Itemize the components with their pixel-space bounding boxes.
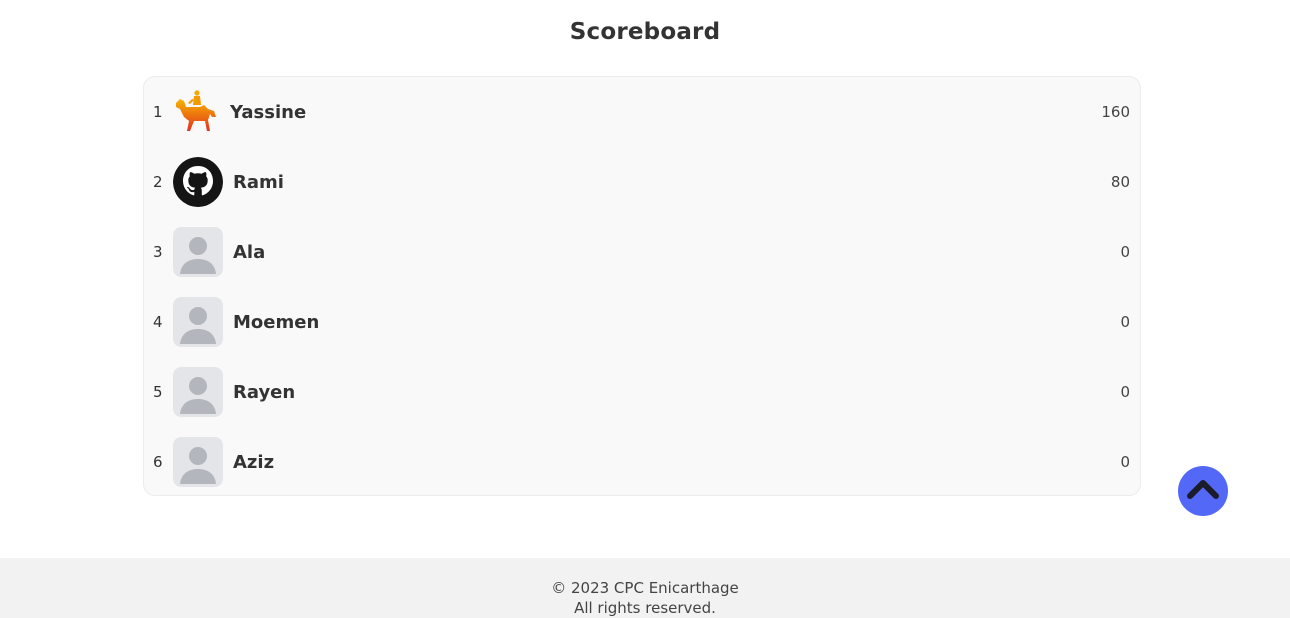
scoreboard-row: 3 Ala 0	[144, 217, 1140, 287]
rights-text: All rights reserved.	[574, 599, 716, 617]
player-score: 0	[1120, 243, 1130, 261]
page-title: Scoreboard	[569, 19, 721, 45]
player-name: Ala	[233, 241, 266, 263]
default-user-icon	[173, 297, 223, 347]
player-name: Yassine	[230, 101, 307, 123]
default-user-icon	[173, 367, 223, 417]
footer: © 2023 CPC Enicarthage All rights reserv…	[0, 558, 1290, 618]
scoreboard-row: 2 Rami 80	[144, 147, 1140, 217]
rank-number: 3	[153, 243, 163, 261]
player-name: Moemen	[233, 311, 320, 333]
player-name: Rami	[233, 171, 284, 193]
copyright-text: © 2023 CPC Enicarthage	[551, 579, 739, 597]
rank-number: 5	[153, 383, 163, 401]
rank-number: 1	[153, 103, 163, 121]
player-score: 0	[1120, 383, 1130, 401]
player-score: 0	[1120, 313, 1130, 331]
scoreboard-row: 1 Yassine 160	[144, 77, 1140, 147]
player-score: 0	[1120, 453, 1130, 471]
horse-rider-icon	[170, 87, 220, 137]
page: Scoreboard 1 Yassine 160 2 Rami 80 3 Ala…	[0, 0, 1290, 618]
rank-number: 6	[153, 453, 163, 471]
default-user-icon	[173, 227, 223, 277]
scoreboard-table: 1 Yassine 160 2 Rami 80 3 Ala 0 4 Moemen…	[143, 76, 1141, 496]
player-name: Aziz	[233, 451, 275, 473]
scroll-to-top-button[interactable]	[1178, 466, 1228, 516]
player-score: 80	[1110, 173, 1130, 191]
scoreboard-row: 6 Aziz 0	[144, 427, 1140, 497]
player-name: Rayen	[233, 381, 296, 403]
scoreboard-row: 5 Rayen 0	[144, 357, 1140, 427]
rank-number: 4	[153, 313, 163, 331]
player-score: 160	[1101, 103, 1130, 121]
rank-number: 2	[153, 173, 163, 191]
chevron-up-icon	[1187, 478, 1219, 504]
default-user-icon	[173, 437, 223, 487]
github-icon	[173, 157, 223, 207]
scoreboard-row: 4 Moemen 0	[144, 287, 1140, 357]
